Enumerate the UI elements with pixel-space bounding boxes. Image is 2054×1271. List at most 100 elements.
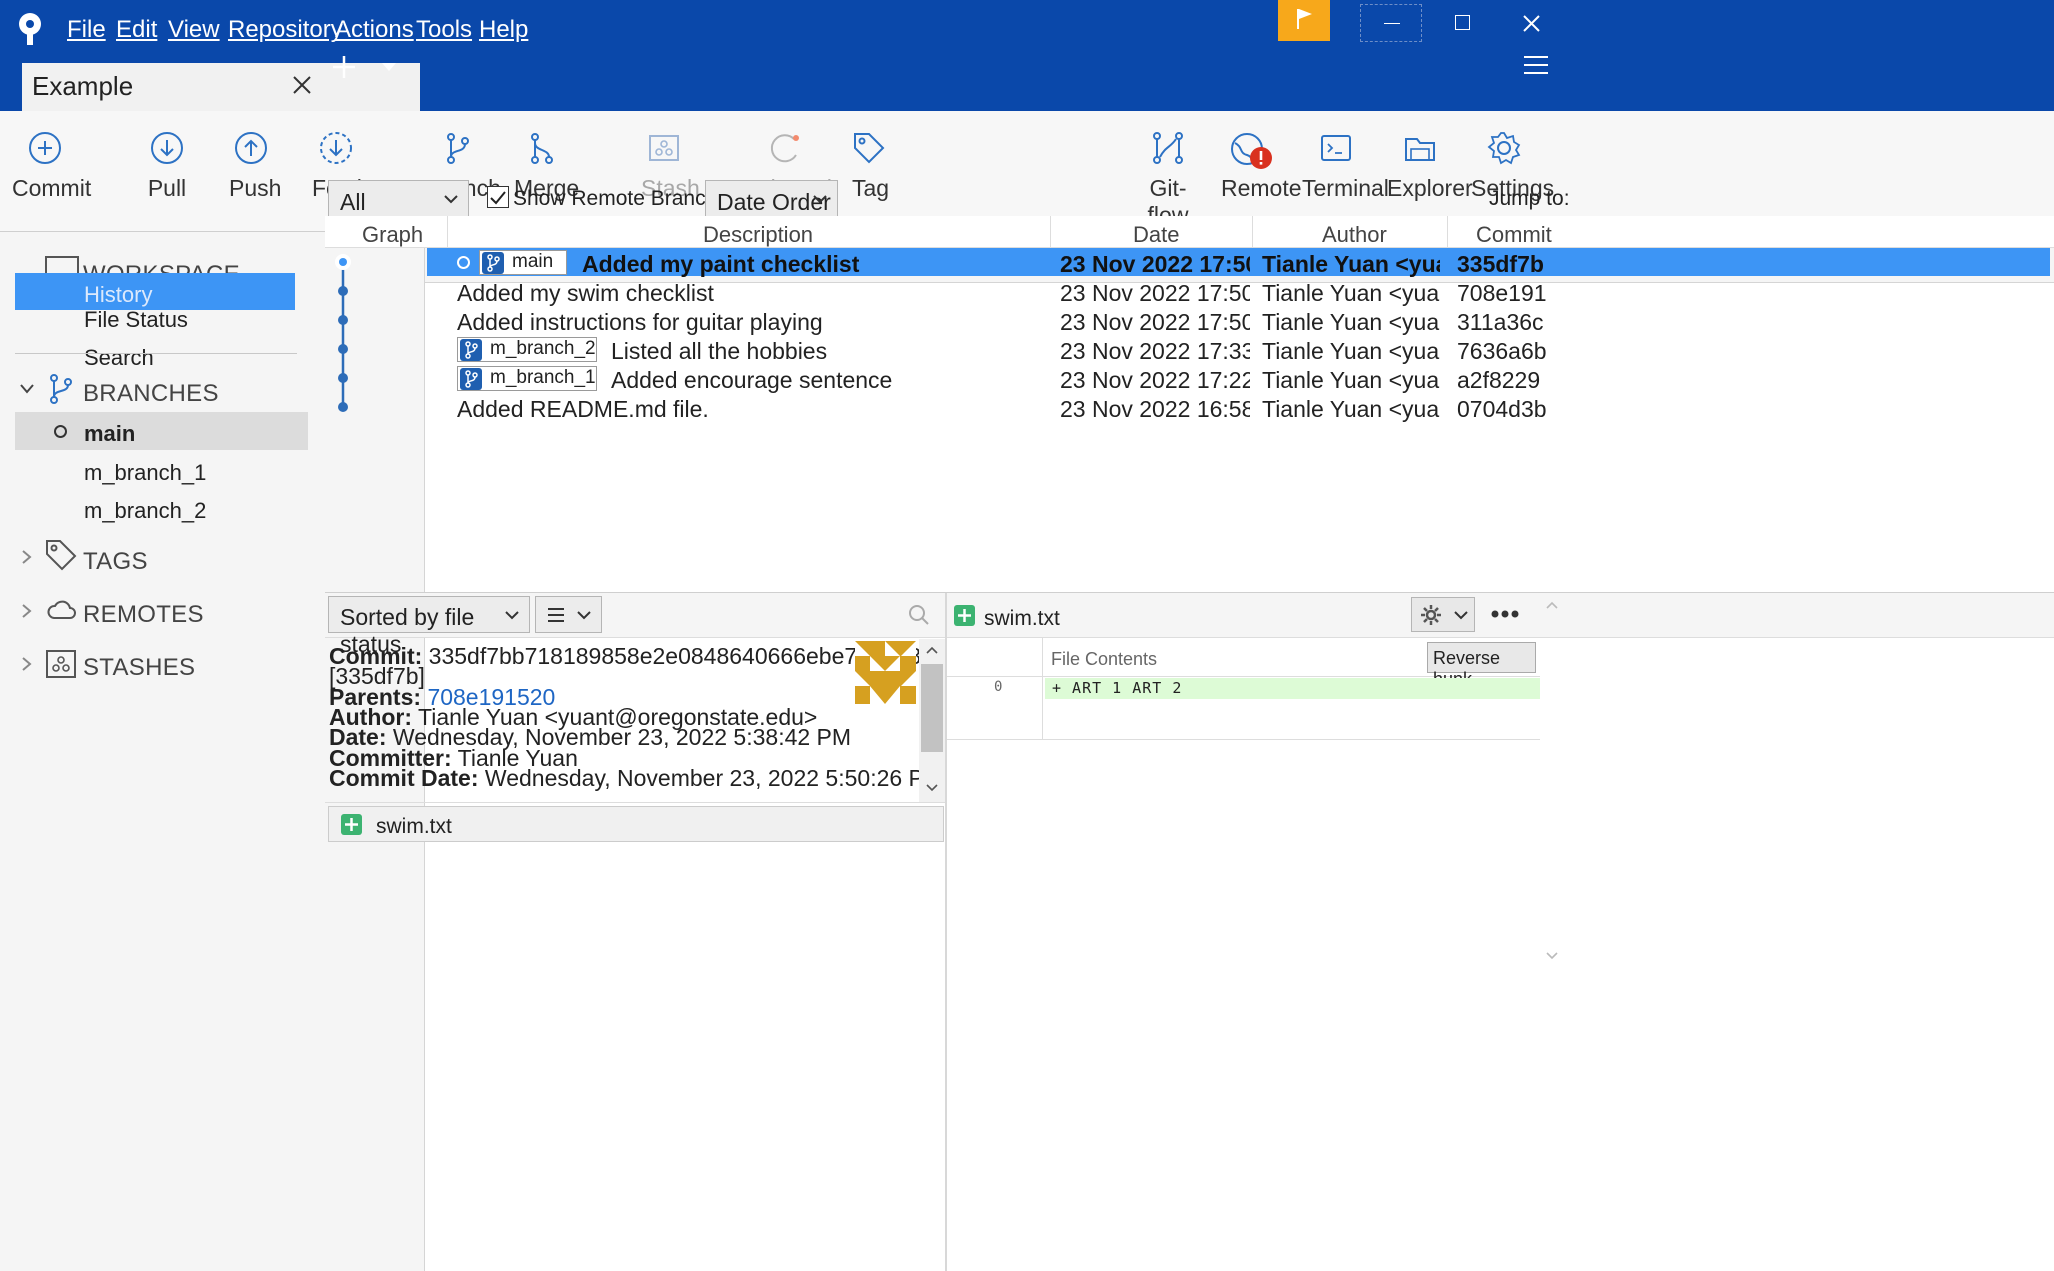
column-graph[interactable]: Graph	[362, 222, 423, 248]
title-bar: File Edit View Repository Actions Tools …	[0, 0, 2054, 111]
sidebar-item-file-status[interactable]: File Status	[84, 307, 188, 333]
commit-button[interactable]: Commit	[12, 131, 91, 202]
commit-hash: a2f8229	[1457, 367, 1541, 393]
explorer-button[interactable]: Explorer	[1387, 131, 1473, 202]
tags-heading[interactable]: TAGS	[83, 548, 148, 576]
pull-button[interactable]: Pull	[145, 131, 189, 202]
repo-tab[interactable]: Example	[22, 63, 420, 111]
explorer-label: Explorer	[1387, 175, 1473, 201]
branch-ref-badge[interactable]: m_branch_1	[457, 366, 597, 391]
pull-label: Pull	[147, 175, 187, 201]
scrollbar-thumb[interactable]	[921, 664, 943, 752]
hunk-header: File Contents	[1051, 649, 1158, 669]
diff-settings-dropdown[interactable]	[1411, 597, 1475, 632]
table-row[interactable]: main Added my paint checklist 23 Nov 2022 …	[427, 248, 2050, 277]
avatar	[855, 641, 916, 704]
commit-author: Tianle Yuan <yuant@	[1262, 280, 1440, 306]
repo-tab-label: Example	[32, 71, 134, 101]
tag-label: Tag	[852, 175, 890, 201]
column-author[interactable]: Author	[1322, 222, 1387, 248]
table-row[interactable]: Added my swim checklist 23 Nov 2022 17:50…	[427, 277, 2050, 306]
minimize-button[interactable]	[1360, 4, 1422, 42]
branch-label-main: main	[84, 421, 136, 446]
menu-help[interactable]: Help	[479, 16, 528, 44]
menu-repository[interactable]: Repository	[228, 16, 343, 44]
menu-actions[interactable]: Actions	[335, 16, 414, 44]
branch-icon	[482, 252, 504, 274]
branch-icon	[460, 368, 482, 390]
column-description[interactable]: Description	[703, 222, 813, 248]
table-row[interactable]: Added README.md file. 23 Nov 2022 16:58 Ti…	[427, 393, 2050, 422]
close-window-icon[interactable]	[1523, 15, 1540, 32]
table-row[interactable]: m_branch_1 Added encourage sentence 23 Nov…	[427, 364, 2050, 393]
show-remote-checkbox[interactable]	[487, 186, 509, 208]
tags-icon	[46, 540, 77, 571]
menu-view[interactable]: View	[168, 16, 220, 44]
tag-button[interactable]: Tag	[852, 131, 890, 202]
menu-edit[interactable]: Edit	[116, 16, 157, 44]
scroll-down-icon[interactable]	[1546, 952, 1558, 960]
branches-filter-dropdown[interactable]: All Branches	[328, 180, 469, 242]
flag-button[interactable]	[1278, 0, 1330, 41]
stashes-heading[interactable]: STASHES	[83, 654, 195, 682]
sidebar-divider	[15, 353, 297, 354]
sidebar-item-history[interactable]	[15, 273, 295, 310]
push-button[interactable]: Push	[229, 131, 281, 202]
add-tab-icon[interactable]	[333, 56, 355, 78]
current-branch-icon	[54, 425, 67, 438]
chevron-right-icon[interactable]	[22, 604, 32, 618]
chevron-right-icon[interactable]	[22, 657, 32, 671]
sidebar-branch-m-branch-1[interactable]: m_branch_1	[84, 460, 206, 486]
sidebar-item-history-label: History	[84, 282, 153, 307]
branch-icon	[447, 133, 469, 164]
folder-icon	[1405, 138, 1435, 161]
menu-tools[interactable]: Tools	[416, 16, 472, 44]
commit-author: Tianle Yuan <yuant@	[1262, 367, 1440, 393]
order-dropdown[interactable]: Date Order	[705, 180, 838, 221]
view-mode-dropdown[interactable]	[535, 596, 602, 633]
commit-date: 23 Nov 2022 17:50	[1060, 251, 1250, 277]
sort-dropdown[interactable]: Sorted by file status	[328, 596, 530, 657]
commit-description: Added my swim checklist	[457, 280, 714, 306]
remote-button[interactable]: Remote	[1221, 131, 1302, 202]
branch-ref-badge[interactable]: m_branch_2	[457, 337, 597, 362]
reverse-hunk-button[interactable]: Reverse hunk	[1427, 642, 1536, 689]
scroll-down-icon[interactable]	[926, 784, 938, 792]
commit-date: 23 Nov 2022 17:33	[1060, 338, 1250, 364]
terminal-button[interactable]: Terminal	[1302, 131, 1389, 202]
search-icon[interactable]	[908, 604, 930, 626]
commit-description: Listed all the hobbies	[611, 338, 828, 364]
gear-icon	[1421, 605, 1441, 625]
remotes-heading[interactable]: REMOTES	[83, 601, 204, 629]
commit-hash: 311a36c	[1457, 309, 1544, 335]
chevron-down-icon	[813, 195, 827, 204]
commit-description: Added instructions for guitar playing	[457, 309, 823, 335]
branches-icon	[50, 374, 72, 404]
file-added-icon	[341, 814, 362, 835]
commit-description: Added encourage sentence	[611, 367, 893, 393]
gitflow-button[interactable]: Git-flow	[1135, 131, 1201, 229]
more-options-icon[interactable]	[1491, 610, 1519, 618]
chevron-right-icon[interactable]	[22, 550, 32, 564]
file-row[interactable]: swim.txt	[328, 806, 944, 842]
stash-icon	[649, 135, 679, 161]
chevron-down-icon[interactable]	[20, 384, 34, 394]
column-date[interactable]: Date	[1133, 222, 1179, 248]
branches-heading[interactable]: BRANCHES	[83, 380, 219, 408]
remote-label: Remote	[1221, 175, 1302, 201]
scroll-up-icon[interactable]	[1546, 601, 1558, 609]
column-commit[interactable]: Commit	[1476, 222, 1552, 248]
scroll-up-icon[interactable]	[926, 646, 938, 654]
hamburger-menu-icon[interactable]	[1524, 56, 1548, 74]
terminal-icon	[1321, 135, 1351, 161]
branch-ref-badge[interactable]: main	[479, 250, 567, 275]
remote-globe-icon	[1231, 133, 1272, 169]
menu-file[interactable]: File	[67, 16, 106, 44]
tab-dropdown-icon[interactable]	[382, 63, 396, 71]
table-row[interactable]: m_branch_2 Listed all the hobbies 23 Nov 2…	[427, 335, 2050, 364]
close-tab-icon[interactable]	[293, 76, 311, 94]
sidebar-branch-m-branch-2[interactable]: m_branch_2	[84, 498, 206, 524]
maximize-icon[interactable]	[1455, 15, 1470, 30]
sidebar-item-search[interactable]: Search	[84, 345, 154, 371]
table-row[interactable]: Added instructions for guitar playing 23 …	[427, 306, 2050, 335]
